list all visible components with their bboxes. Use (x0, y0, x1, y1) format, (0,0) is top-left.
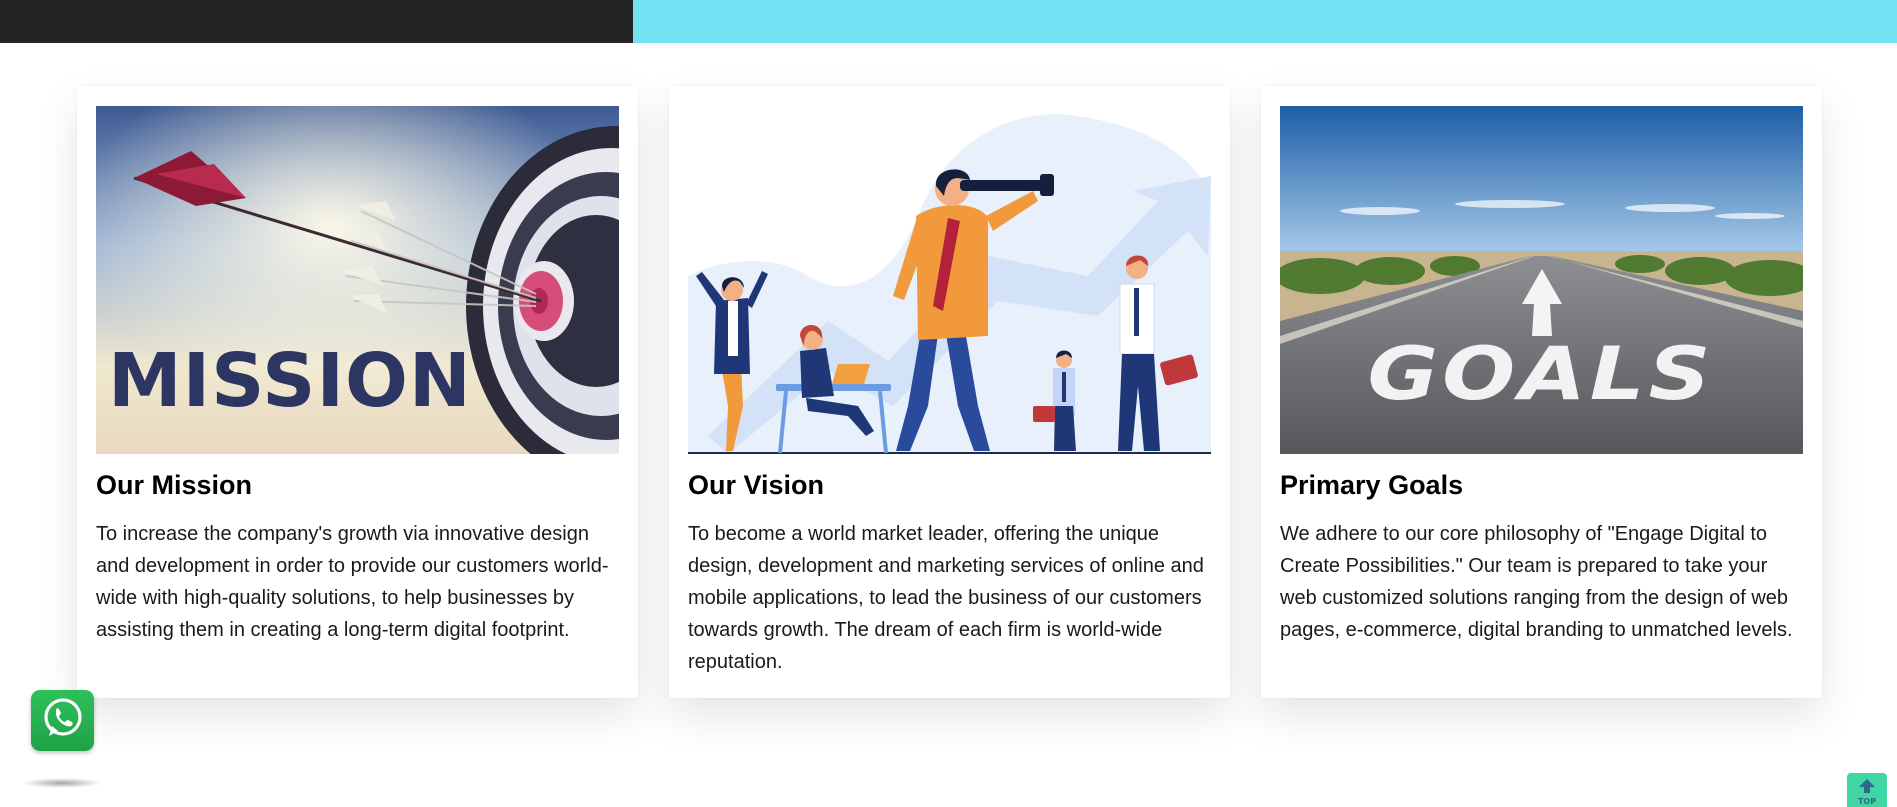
goals-title: Primary Goals (1280, 470, 1464, 500)
goals-image: GOALS (1280, 106, 1803, 454)
goals-text: We adhere to our core philosophy of "Eng… (1280, 523, 1793, 641)
back-to-top-button[interactable]: TOP (1847, 773, 1887, 807)
cards-section: MISSION Our Mission To increase the comp… (77, 86, 1822, 698)
vision-illustration (688, 106, 1211, 454)
whatsapp-icon (41, 696, 85, 745)
whatsapp-button[interactable] (31, 690, 94, 751)
vision-title: Our Vision (688, 470, 825, 500)
vision-card: Our Vision To become a world market lead… (669, 86, 1230, 698)
arrow-up-icon (1859, 779, 1875, 798)
top-bar-dark-section (0, 0, 633, 43)
top-bar-accent-section (633, 0, 1897, 43)
svg-text:MISSION: MISSION (108, 338, 472, 424)
whatsapp-button-shadow (22, 778, 102, 788)
top-bar (0, 0, 1897, 43)
back-to-top-label: TOP (1857, 797, 1877, 806)
vision-text: To become a world market leader, offerin… (688, 523, 1204, 673)
mission-image: MISSION (96, 106, 619, 454)
goals-card: GOALS Primary Goals We adhere to our cor… (1261, 86, 1822, 698)
svg-text:GOALS: GOALS (1368, 331, 1715, 416)
mission-text: To increase the company's growth via inn… (96, 523, 609, 641)
mission-title: Our Mission (96, 470, 253, 500)
mission-card: MISSION Our Mission To increase the comp… (77, 86, 638, 698)
